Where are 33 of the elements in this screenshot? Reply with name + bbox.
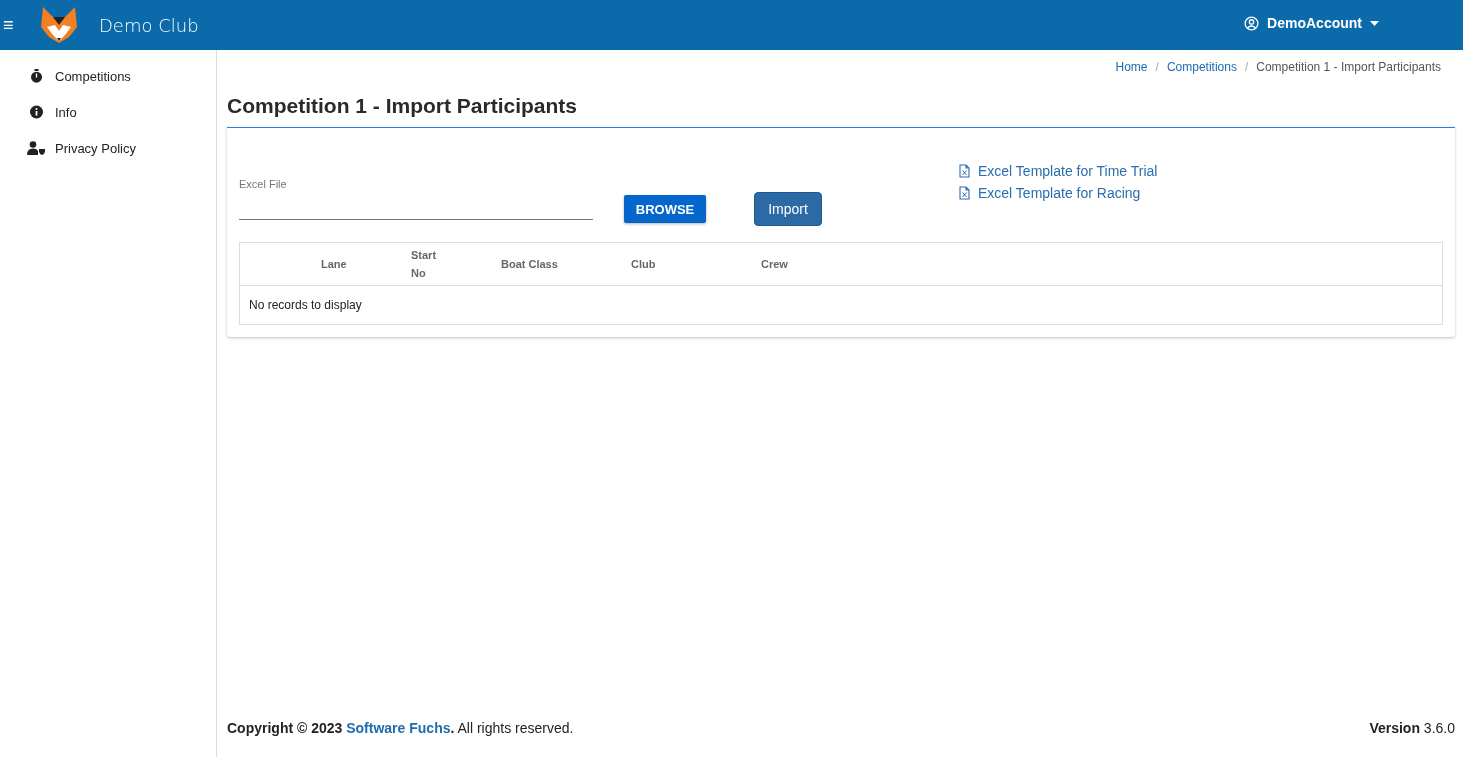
empty-message: No records to display <box>248 297 363 314</box>
excel-file-icon <box>959 164 970 178</box>
column-header[interactable]: Crew <box>761 258 821 270</box>
excel-file-icon <box>959 186 970 200</box>
user-circle-icon <box>1244 15 1260 31</box>
column-header[interactable]: Boat Class <box>501 258 631 270</box>
user-shield-icon <box>27 141 46 155</box>
fox-logo-icon <box>39 5 79 45</box>
caret-icon <box>1370 20 1379 26</box>
menu-button[interactable]: ≡ <box>3 14 21 36</box>
sidebar-item[interactable]: Info <box>0 94 216 130</box>
breadcrumb-separator: / <box>1244 60 1249 74</box>
field-label: Excel File <box>239 178 288 190</box>
sidebar-item[interactable]: Competitions <box>0 58 216 94</box>
column-header[interactable]: Club <box>631 258 761 270</box>
page-title: Competition 1 - Import Participants <box>227 94 579 118</box>
copyright-text: Copyright © 2023 Software Fuchs. All rights reserved. <box>227 720 574 736</box>
column-header[interactable]: Lane <box>321 258 411 270</box>
breadcrumb-current: Competition 1 - Import Participants <box>1256 60 1441 74</box>
app-title: Demo Club <box>99 14 199 36</box>
browse-button[interactable]: BROWSE <box>624 195 706 223</box>
breadcrumb-separator: / <box>1155 60 1159 74</box>
template-link[interactable]: Excel Template for Racing <box>978 185 1141 201</box>
template-link[interactable]: Excel Template for Time Trial <box>978 163 1158 179</box>
info-icon <box>27 105 46 119</box>
sidebar-item[interactable]: Privacy Policy <box>0 130 216 166</box>
version-text: Version 3.6.0 <box>1369 720 1455 736</box>
company-link[interactable]: Software Fuchs <box>346 720 451 736</box>
import-button[interactable]: Import <box>754 192 822 226</box>
breadcrumb-link[interactable]: Competitions <box>1166 60 1237 74</box>
column-header[interactable]: Start No <box>411 246 447 282</box>
account-menu[interactable]: DemoAccount <box>1238 14 1385 32</box>
breadcrumb-link[interactable]: Home <box>1115 60 1148 74</box>
